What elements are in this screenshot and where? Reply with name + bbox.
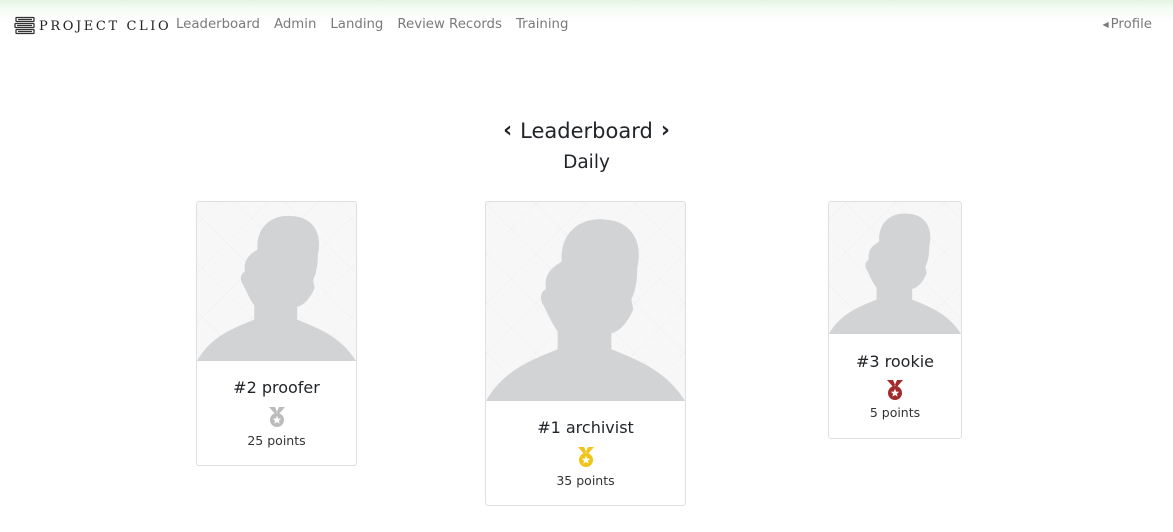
brand-logo[interactable]: PROJECT CLIO bbox=[14, 15, 171, 37]
person-silhouette-icon bbox=[197, 215, 356, 361]
nav-link-admin[interactable]: Admin bbox=[274, 17, 316, 32]
profile-dropdown[interactable]: ◀ Profile bbox=[1102, 17, 1152, 32]
person-silhouette-icon bbox=[829, 213, 961, 334]
caret-left-icon: ◀ bbox=[1102, 20, 1109, 29]
book-stack-icon bbox=[14, 16, 35, 35]
bronze-medal-icon bbox=[887, 380, 903, 400]
nav-link-training[interactable]: Training bbox=[516, 17, 568, 32]
nav-link-landing[interactable]: Landing bbox=[330, 17, 383, 32]
points-value: 35 points bbox=[556, 473, 615, 488]
leaderboard-card-3[interactable]: #3 rookie 5 points bbox=[828, 201, 962, 439]
points-value: 25 points bbox=[247, 433, 306, 448]
rank-username: #1 archivist bbox=[537, 418, 634, 437]
gold-medal-icon bbox=[577, 447, 594, 467]
nav-links: Leaderboard Admin Landing Review Records… bbox=[176, 17, 582, 32]
profile-label: Profile bbox=[1110, 17, 1152, 32]
brand-name: PROJECT CLIO bbox=[39, 19, 172, 34]
avatar bbox=[829, 202, 961, 334]
period-subtitle: Daily bbox=[563, 152, 610, 173]
silver-medal-icon bbox=[268, 407, 285, 427]
leaderboard-title-row: ‹ Leaderboard › bbox=[0, 118, 1173, 144]
avatar bbox=[197, 202, 356, 361]
avatar bbox=[486, 202, 685, 401]
leaderboard-card-2[interactable]: #2 proofer 25 points bbox=[196, 201, 357, 466]
nav-link-leaderboard[interactable]: Leaderboard bbox=[176, 17, 260, 32]
rank-username: #2 proofer bbox=[233, 378, 320, 397]
navbar: PROJECT CLIO Leaderboard Admin Landing R… bbox=[0, 0, 1173, 52]
rank-username: #3 rookie bbox=[855, 352, 935, 371]
points-value: 5 points bbox=[869, 405, 921, 420]
page-title: Leaderboard bbox=[520, 119, 653, 143]
person-silhouette-icon bbox=[486, 219, 685, 401]
chevron-right-icon[interactable]: › bbox=[661, 118, 670, 144]
chevron-left-icon[interactable]: ‹ bbox=[503, 118, 512, 144]
leaderboard-card-1[interactable]: #1 archivist 35 points bbox=[485, 201, 686, 506]
nav-link-review-records[interactable]: Review Records bbox=[397, 17, 502, 32]
